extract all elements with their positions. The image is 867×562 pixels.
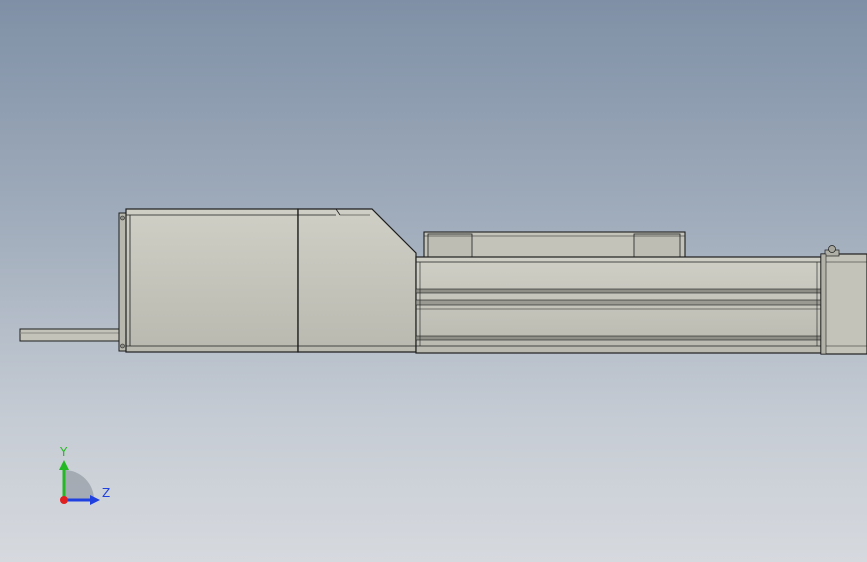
motor-body[interactable]	[125, 208, 299, 353]
view-orientation-triad: Y Z	[59, 445, 110, 505]
x-axis-origin-dot	[60, 496, 68, 504]
slider-carriage[interactable]	[423, 231, 686, 260]
triad-plane-quadrant	[64, 470, 94, 500]
z-axis-label: Z	[102, 486, 110, 500]
end-cap[interactable]	[820, 245, 867, 355]
y-axis-label: Y	[59, 445, 68, 459]
motor-shaft[interactable]	[19, 328, 123, 342]
model-canvas[interactable]: Y Z	[0, 0, 867, 562]
coupling-housing[interactable]	[297, 208, 417, 353]
motor-flange[interactable]	[118, 212, 127, 352]
actuator-rail[interactable]	[415, 256, 822, 354]
graphics-viewport[interactable]: Y Z	[0, 0, 867, 562]
